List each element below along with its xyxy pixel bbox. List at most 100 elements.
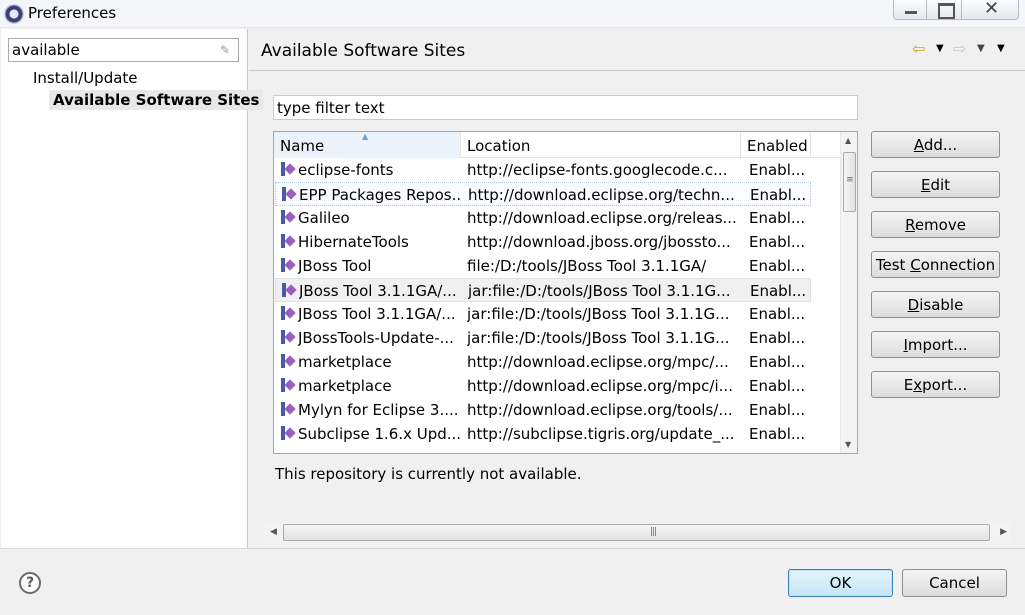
cell-location: http://download.eclipse.org/mpc/i... (467, 377, 733, 395)
table-row[interactable]: HibernateTools http://download.jboss.org/… (275, 230, 811, 254)
page-title: Available Software Sites (261, 41, 466, 61)
column-header-location[interactable]: Location (461, 132, 741, 158)
cell-location: file:/D:/tools/JBoss Tool 3.1.1GA/ (467, 257, 707, 275)
tree-item-available-software-sites[interactable]: Available Software Sites (49, 90, 264, 110)
table-body: eclipse-fonts http://eclipse-fonts.google… (274, 158, 840, 453)
import-button[interactable]: Import... (871, 331, 1000, 358)
column-header-label: Name (280, 137, 325, 155)
grip-icon: ||| (650, 527, 657, 537)
repository-icon (281, 330, 295, 345)
cell-name: JBoss Tool 3.1.1GA/... (299, 282, 457, 300)
cell-name: Galileo (298, 209, 350, 227)
sites-table: ▲ Name Location Enabled eclipse-fonts htt… (273, 131, 858, 454)
cell-enabled: Enabl... (749, 329, 806, 347)
remove-button[interactable]: Remove (871, 211, 1000, 238)
cell-enabled: Enabl... (750, 186, 807, 204)
maximize-button[interactable] (926, 0, 962, 20)
cell-name: Mylyn for Eclipse 3.... (298, 401, 459, 419)
table-header: ▲ Name Location Enabled (274, 132, 840, 158)
table-row[interactable]: Subclipse 1.6.x Upd... http://subclipse.t… (275, 422, 811, 446)
grip-icon: ≡ (846, 175, 854, 185)
disable-button[interactable]: Disable (871, 291, 1000, 318)
header-divider (249, 70, 1025, 71)
footer-divider (0, 548, 1025, 549)
repository-icon (282, 283, 296, 298)
scroll-thumb[interactable]: ||| (283, 524, 990, 541)
cell-name: JBossTools-Update-... (298, 329, 454, 347)
horizontal-scrollbar[interactable]: ◀ ||| ▶ (264, 523, 1011, 543)
table-row[interactable]: JBossTools-Update-... jar:file:/D:/tools/… (275, 326, 811, 350)
cell-name: EPP Packages Repos... (299, 186, 461, 204)
repository-icon (281, 402, 295, 417)
table-row[interactable]: JBoss Tool 3.1.1GA/... jar:file:/D:/tools… (275, 302, 811, 326)
cell-location: jar:file:/D:/tools/JBoss Tool 3.1.1G... (467, 305, 730, 323)
cancel-button[interactable]: Cancel (902, 569, 1007, 597)
repository-icon (281, 234, 295, 249)
test-connection-button[interactable]: Test Connection (871, 251, 1000, 278)
scroll-up-icon[interactable]: ▲ (845, 136, 851, 145)
view-menu-icon[interactable]: ▼ (997, 43, 1005, 54)
cell-enabled: Enabl... (749, 401, 806, 419)
edit-button[interactable]: Edit (871, 171, 1000, 198)
sites-filter-input[interactable]: type filter text (273, 95, 858, 120)
cell-location: http://download.eclipse.org/techn... (468, 186, 735, 204)
table-row[interactable]: marketplace http://download.eclipse.org/m… (275, 374, 811, 398)
cell-name: marketplace (298, 377, 392, 395)
forward-dropdown-icon[interactable]: ▼ (977, 43, 985, 54)
cell-name: marketplace (298, 353, 392, 371)
repository-icon (281, 210, 295, 225)
back-dropdown-icon[interactable]: ▼ (936, 43, 944, 54)
minimize-button[interactable] (893, 0, 927, 20)
table-row[interactable]: Galileo http://download.eclipse.org/relea… (275, 206, 811, 230)
cell-enabled: Enabl... (749, 161, 806, 179)
cell-location: http://download.eclipse.org/tools/... (467, 401, 733, 419)
cell-location: http://eclipse-fonts.googlecode.c... (467, 161, 728, 179)
window-title: Preferences (28, 4, 117, 22)
repository-icon (281, 306, 295, 321)
scroll-left-icon[interactable]: ◀ (270, 527, 277, 537)
cell-location: jar:file:/D:/tools/JBoss Tool 3.1.1G... (467, 329, 730, 347)
title-bar: Preferences ✕ (0, 0, 1025, 28)
eclipse-icon (4, 4, 24, 24)
cell-enabled: Enabl... (749, 353, 806, 371)
cell-enabled: Enabl... (749, 305, 806, 323)
add-button[interactable]: Add... (871, 131, 1000, 158)
cell-location: jar:file:/D:/tools/JBoss Tool 3.1.1G... (468, 282, 731, 300)
cell-enabled: Enabl... (749, 425, 806, 443)
cell-name: eclipse-fonts (298, 161, 394, 179)
cell-location: http://download.eclipse.org/mpc/... (467, 353, 729, 371)
column-header-enabled[interactable]: Enabled (741, 132, 811, 158)
column-header-name[interactable]: ▲ Name (274, 132, 461, 158)
help-icon[interactable]: ? (19, 572, 41, 594)
export-button[interactable]: Export... (871, 371, 1000, 398)
table-row[interactable]: JBoss Tool file:/D:/tools/JBoss Tool 3.1.… (275, 254, 811, 278)
cell-name: HibernateTools (298, 233, 409, 251)
cell-enabled: Enabl... (749, 257, 806, 275)
forward-arrow-icon[interactable]: ⇨ (953, 39, 966, 58)
tree-item-install-update[interactable]: Install/Update (33, 69, 138, 87)
table-row[interactable]: JBoss Tool 3.1.1GA/... jar:file:/D:/tools… (275, 278, 811, 302)
cell-location: http://subclipse.tigris.org/update_... (467, 425, 735, 443)
cell-enabled: Enabl... (749, 233, 806, 251)
table-row[interactable]: Mylyn for Eclipse 3.... http://download.e… (275, 398, 811, 422)
table-row[interactable]: eclipse-fonts http://eclipse-fonts.google… (275, 158, 811, 182)
preferences-filter-input[interactable] (12, 40, 212, 60)
cell-enabled: Enabl... (749, 377, 806, 395)
close-button[interactable]: ✕ (961, 0, 1019, 20)
cell-location: http://download.jboss.org/jbossto... (467, 233, 731, 251)
repository-icon (281, 162, 295, 177)
cell-enabled: Enabl... (750, 282, 807, 300)
repository-icon (281, 354, 295, 369)
back-arrow-icon[interactable]: ⇦ (912, 39, 925, 58)
ok-button[interactable]: OK (788, 569, 893, 597)
cell-name: JBoss Tool 3.1.1GA/... (298, 305, 456, 323)
close-icon: ✕ (984, 0, 1000, 19)
table-row[interactable]: marketplace http://download.eclipse.org/m… (275, 350, 811, 374)
status-message: This repository is currently not availab… (275, 465, 582, 483)
clear-filter-icon[interactable]: ✎ (220, 43, 234, 57)
scroll-right-icon[interactable]: ▶ (1000, 527, 1007, 537)
scroll-thumb[interactable]: ≡ (843, 152, 856, 212)
vertical-scrollbar[interactable]: ▲ ≡ ▼ (840, 132, 857, 453)
table-row[interactable]: EPP Packages Repos... http://download.ecl… (275, 182, 811, 206)
scroll-down-icon[interactable]: ▼ (845, 440, 851, 449)
